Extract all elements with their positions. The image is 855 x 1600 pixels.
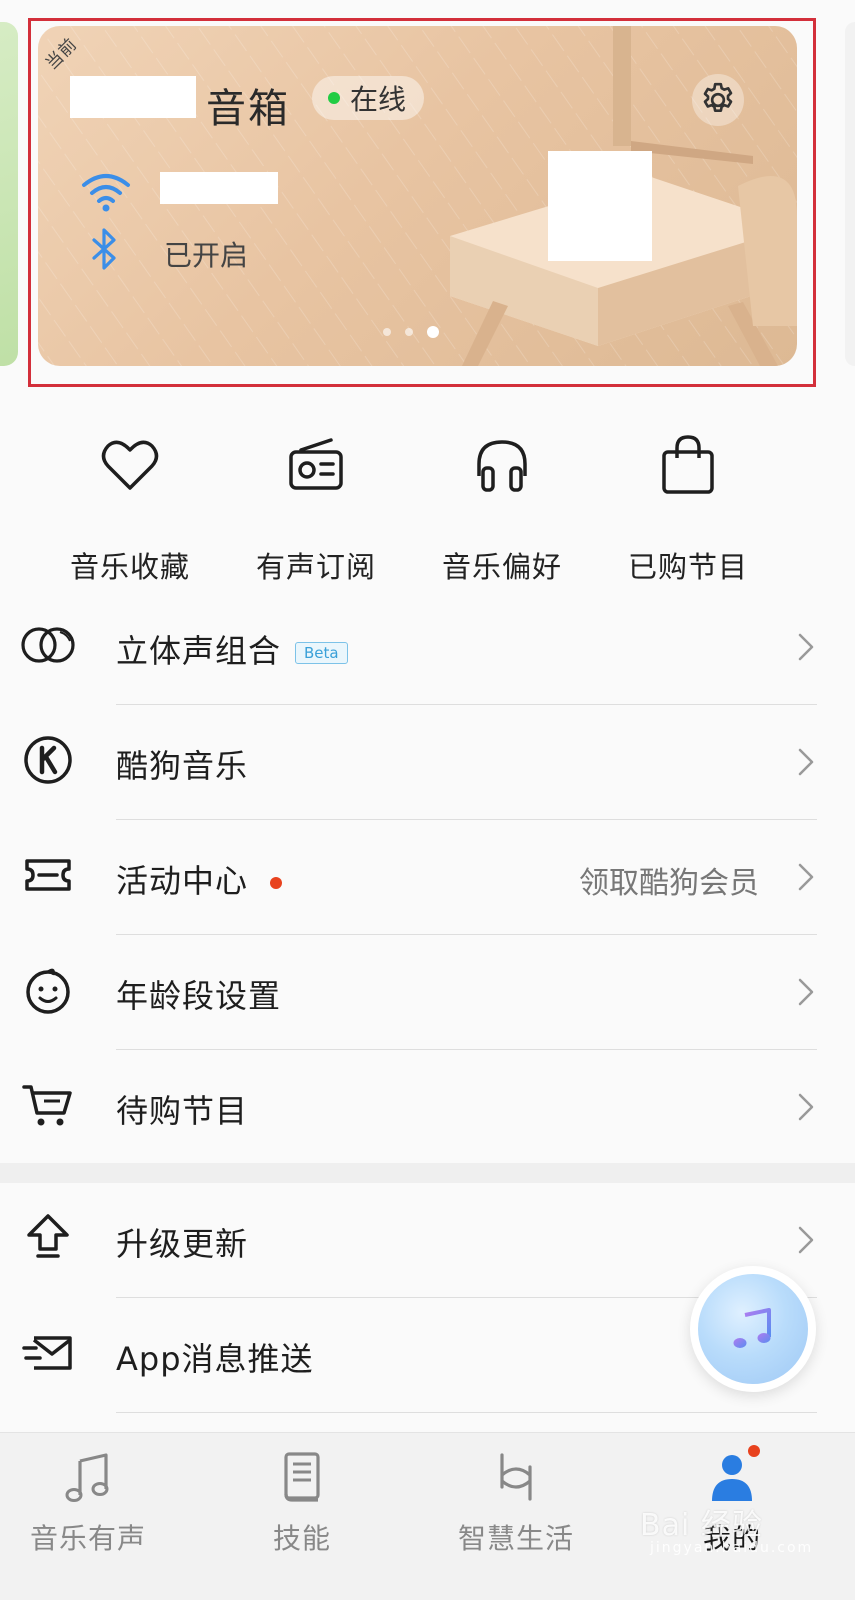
- menu-item-pending-purchases[interactable]: 待购节目: [0, 1050, 855, 1165]
- nav-tab-label: 智慧生活: [457, 1522, 574, 1555]
- menu-item-label: 酷狗音乐: [116, 747, 249, 785]
- shortcut-purchased-programs[interactable]: 已购节目: [593, 430, 783, 586]
- shortcut-label: 已购节目: [627, 550, 748, 584]
- nav-tab-music-audio[interactable]: 音乐有声: [0, 1443, 188, 1557]
- chevron-right-icon: [798, 978, 814, 1006]
- menu-item-stereo-pair[interactable]: 立体声组合 Beta: [0, 590, 855, 705]
- smart-life-icon: [500, 1453, 532, 1501]
- heart-icon: [101, 440, 159, 490]
- floating-music-player-button[interactable]: [690, 1266, 816, 1392]
- radio-icon: [289, 438, 343, 490]
- chevron-right-icon: [798, 1226, 814, 1254]
- highlight-frame: [28, 18, 816, 387]
- menu-item-label: 待购节目: [116, 1092, 249, 1130]
- kugou-logo-icon: [24, 736, 72, 784]
- menu-item-label: 立体声组合: [116, 632, 282, 670]
- section-separator: [0, 1163, 855, 1183]
- music-note-icon: [733, 1308, 771, 1348]
- baby-face-icon: [26, 968, 70, 1014]
- menu-item-age-settings[interactable]: 年龄段设置: [0, 935, 855, 1050]
- nav-tab-skills[interactable]: 技能: [202, 1443, 402, 1557]
- upgrade-arrow-icon: [27, 1214, 69, 1258]
- menu-item-label: App消息推送: [116, 1340, 314, 1378]
- menu-item-kugou-music[interactable]: 酷狗音乐: [0, 705, 855, 820]
- headphones-icon: [477, 440, 527, 492]
- shortcut-music-favorites[interactable]: 音乐收藏: [35, 430, 225, 586]
- divider: [116, 1412, 817, 1413]
- shopping-bag-icon: [662, 435, 714, 494]
- notification-dot: [748, 1445, 760, 1457]
- watermark: Bai 经验: [640, 1508, 763, 1543]
- beta-badge: Beta: [295, 642, 348, 664]
- nav-tab-smart-life[interactable]: 智慧生活: [416, 1443, 616, 1557]
- stereo-rings-icon: [21, 627, 75, 663]
- chevron-right-icon: [798, 633, 814, 661]
- nav-tab-label: 技能: [272, 1522, 331, 1555]
- book-icon: [284, 1452, 320, 1502]
- nav-tab-label: 音乐有声: [29, 1522, 146, 1555]
- profile-icon: [712, 1455, 752, 1501]
- chevron-right-icon: [798, 863, 814, 891]
- ticket-icon: [25, 859, 71, 891]
- watermark-url: jingyan.baidu.com: [650, 1540, 814, 1556]
- chevron-right-icon: [798, 1093, 814, 1121]
- shortcut-label: 有声订阅: [255, 550, 376, 584]
- menu-item-label: 年龄段设置: [116, 977, 282, 1015]
- menu-item-label: 活动中心: [116, 862, 249, 900]
- next-device-card-peek[interactable]: [845, 22, 855, 366]
- activity-promo-text: 领取酷狗会员: [579, 866, 759, 901]
- menu-item-label: 升级更新: [116, 1225, 249, 1263]
- shortcut-label: 音乐偏好: [441, 550, 562, 584]
- previous-device-card-peek[interactable]: [0, 22, 18, 366]
- shortcut-label: 音乐收藏: [69, 550, 190, 584]
- send-message-icon: [22, 1336, 72, 1370]
- chevron-right-icon: [798, 748, 814, 776]
- shopping-cart-icon: [22, 1085, 72, 1126]
- notification-dot: [270, 877, 283, 889]
- music-note-icon: [65, 1453, 109, 1502]
- shortcut-music-preferences[interactable]: 音乐偏好: [407, 430, 597, 586]
- shortcut-audio-subscriptions[interactable]: 有声订阅: [221, 430, 411, 586]
- menu-item-activity-center[interactable]: 活动中心 领取酷狗会员: [0, 820, 855, 935]
